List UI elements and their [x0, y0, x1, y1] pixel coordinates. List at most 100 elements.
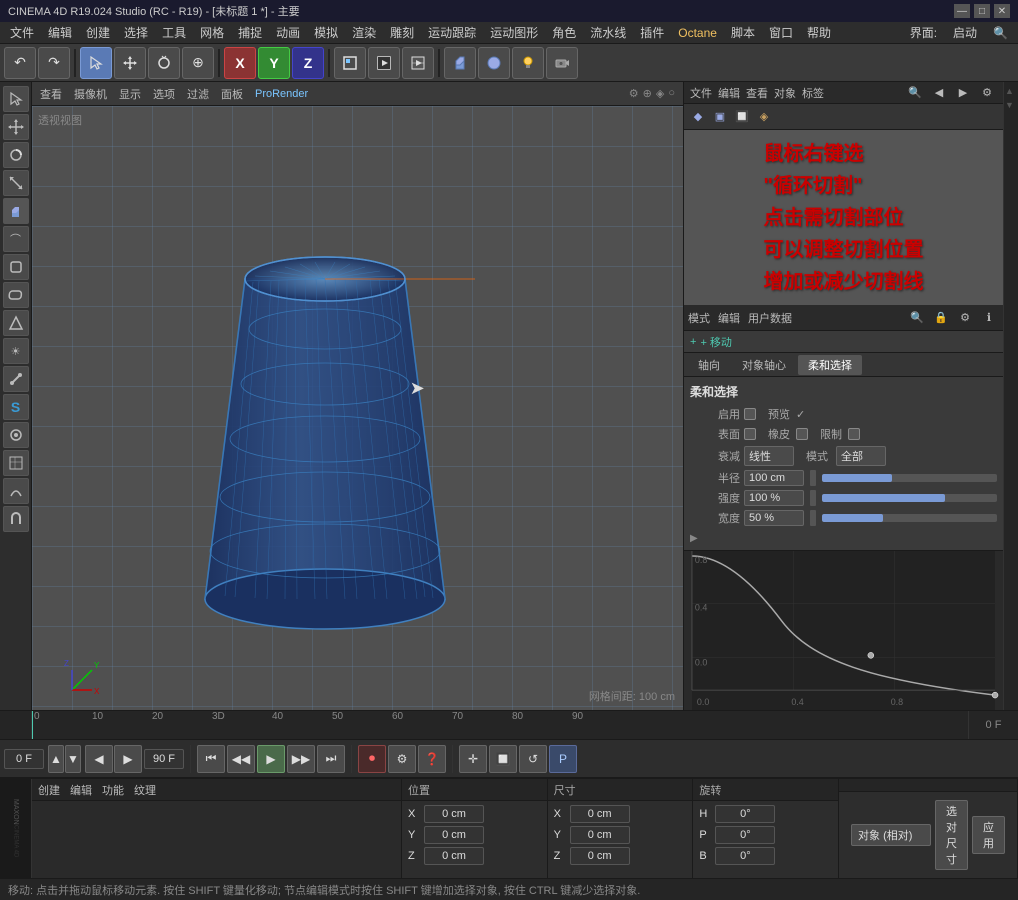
viewport-3d[interactable]: 透视视图	[32, 106, 683, 710]
scale-button[interactable]: ⊕	[182, 47, 214, 79]
axis-z-button[interactable]: Z	[292, 47, 324, 79]
prop-slider-handle-strength[interactable]	[810, 490, 816, 506]
menu-render[interactable]: 渲染	[346, 22, 382, 43]
icon-s-logo[interactable]: S	[3, 394, 29, 420]
om-menu-object[interactable]: 对象	[774, 85, 796, 101]
menu-snap[interactable]: 捕捉	[232, 22, 268, 43]
timeline-track[interactable]: 0 10 20 3D 40 50 60 70 80 90	[32, 711, 968, 739]
icon-spline[interactable]: ⌒	[3, 226, 29, 252]
icon-light[interactable]: ☀	[3, 338, 29, 364]
render-active-button[interactable]	[368, 47, 400, 79]
redo-button[interactable]: ↷	[38, 47, 70, 79]
startup-mode[interactable]: 启动	[947, 22, 983, 43]
tab-object-axis[interactable]: 对象轴心	[732, 355, 796, 375]
menu-create[interactable]: 创建	[80, 22, 116, 43]
transport-end-frame[interactable]	[144, 749, 184, 769]
icon-select[interactable]	[3, 86, 29, 112]
play-btn[interactable]: ▶	[257, 745, 285, 773]
om-menu-file[interactable]: 文件	[690, 85, 712, 101]
menu-pipeline[interactable]: 流水线	[584, 22, 632, 43]
vp-icon-4[interactable]: ○	[668, 87, 675, 100]
axis-x-button[interactable]: X	[224, 47, 256, 79]
vp-menu-filter[interactable]: 过滤	[187, 86, 209, 102]
coord-mode-dropdown[interactable]: 对象 (相对)	[851, 824, 931, 846]
menu-edit[interactable]: 编辑	[42, 22, 78, 43]
move-tool-btn[interactable]: ✛	[459, 745, 487, 773]
go-start-btn[interactable]: ⏮	[197, 745, 225, 773]
rs-icon-2[interactable]: ▼	[1005, 100, 1017, 112]
icon-texture[interactable]	[3, 450, 29, 476]
mat-menu-function[interactable]: 功能	[102, 782, 124, 798]
vp-menu-panels[interactable]: 面板	[221, 86, 243, 102]
coord-input-rh[interactable]	[715, 805, 775, 823]
mat-menu-texture[interactable]: 纹理	[134, 782, 156, 798]
coord-input-sz[interactable]	[570, 847, 630, 865]
snap-tool-btn[interactable]: ↺	[519, 745, 547, 773]
coord-input-py[interactable]	[424, 826, 484, 844]
vp-menu-view[interactable]: 查看	[40, 86, 62, 102]
select-size-btn[interactable]: 选对尺寸	[935, 800, 968, 870]
go-end-btn[interactable]: ⏭	[317, 745, 345, 773]
icon-scale-3d[interactable]	[3, 170, 29, 196]
transport-current-frame[interactable]	[4, 749, 44, 769]
vp-menu-display[interactable]: 显示	[119, 86, 141, 102]
rs-icon-1[interactable]: ▲	[1005, 86, 1017, 98]
menu-window[interactable]: 窗口	[763, 22, 799, 43]
icon-rotate-3d[interactable]	[3, 142, 29, 168]
menu-animate[interactable]: 动画	[270, 22, 306, 43]
attr-menu-mode[interactable]: 模式	[688, 310, 710, 326]
sphere-button[interactable]	[478, 47, 510, 79]
vp-menu-options[interactable]: 选项	[153, 86, 175, 102]
coord-input-rb[interactable]	[715, 847, 775, 865]
mat-menu-create[interactable]: 创建	[38, 782, 60, 798]
prop-slider-width[interactable]	[822, 514, 997, 522]
icon-bone[interactable]	[3, 366, 29, 392]
next-frame-btn[interactable]: ▶	[114, 745, 142, 773]
vp-icon-2[interactable]: ⊕	[643, 87, 652, 100]
record-mode-btn[interactable]: P	[549, 745, 577, 773]
attr-icon-search[interactable]: 🔍	[907, 308, 927, 328]
undo-button[interactable]: ↶	[4, 47, 36, 79]
axis-y-button[interactable]: Y	[258, 47, 290, 79]
coord-input-rp[interactable]	[715, 826, 775, 844]
record-btn[interactable]: ⏺	[358, 745, 386, 773]
move-button[interactable]	[114, 47, 146, 79]
playback-btn[interactable]: ❓	[418, 745, 446, 773]
prop-checkbox-limit[interactable]	[848, 428, 860, 440]
om-menu-tag[interactable]: 标签	[802, 85, 824, 101]
cube-button[interactable]	[444, 47, 476, 79]
tab-soft-select[interactable]: 柔和选择	[798, 355, 862, 375]
close-button[interactable]: ✕	[994, 4, 1010, 18]
go-next-btn[interactable]: ▶▶	[287, 745, 315, 773]
om-icon-obj3[interactable]: 🔲	[732, 107, 752, 127]
prop-checkbox-rubber[interactable]	[796, 428, 808, 440]
auto-key-btn[interactable]: ⚙	[388, 745, 416, 773]
prop-checkbox-enable[interactable]	[744, 408, 756, 420]
om-menu-edit[interactable]: 编辑	[718, 85, 740, 101]
frame-down-btn[interactable]: ▼	[65, 745, 81, 773]
attr-menu-userdata[interactable]: 用户数据	[748, 310, 792, 326]
icon-deformer[interactable]	[3, 282, 29, 308]
search-icon[interactable]: 🔍	[987, 24, 1014, 42]
menu-octane[interactable]: Octane	[672, 24, 723, 42]
prop-value-strength[interactable]: 100 %	[744, 490, 804, 506]
select-button[interactable]	[80, 47, 112, 79]
go-prev-btn[interactable]: ◀◀	[227, 745, 255, 773]
icon-nurbs[interactable]	[3, 254, 29, 280]
prop-slider-strength[interactable]	[822, 494, 997, 502]
coord-input-sx[interactable]	[570, 805, 630, 823]
menu-tools[interactable]: 工具	[156, 22, 192, 43]
om-icon-obj2[interactable]: ▣	[710, 107, 730, 127]
minimize-button[interactable]: —	[954, 4, 970, 18]
vp-icon-1[interactable]: ⚙	[629, 87, 639, 100]
menu-select[interactable]: 选择	[118, 22, 154, 43]
attr-menu-edit[interactable]: 编辑	[718, 310, 740, 326]
icon-snap[interactable]	[3, 422, 29, 448]
menu-script[interactable]: 脚本	[725, 22, 761, 43]
frame-up-btn[interactable]: ▲	[48, 745, 64, 773]
om-menu-view[interactable]: 查看	[746, 85, 768, 101]
tab-axis[interactable]: 轴向	[688, 355, 730, 375]
om-icon-texture[interactable]: ◈	[754, 107, 774, 127]
attr-icon-info[interactable]: ℹ	[979, 308, 999, 328]
menu-mesh[interactable]: 网格	[194, 22, 230, 43]
